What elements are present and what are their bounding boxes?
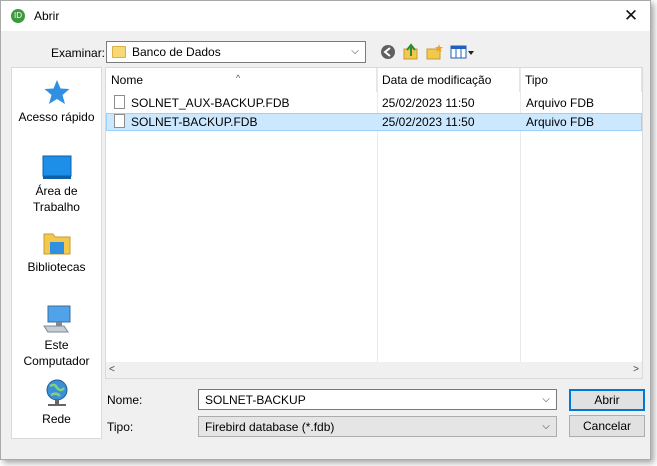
place-network[interactable]: Rede <box>12 378 101 427</box>
up-folder-button[interactable] <box>402 43 420 61</box>
place-label: Trabalho <box>33 200 80 214</box>
place-quick-access[interactable]: Acesso rápido <box>12 78 101 125</box>
computer-icon <box>42 305 70 333</box>
filetype-value: Firebird database (*.fdb) <box>205 420 335 434</box>
sort-ascending-icon: ^ <box>236 73 241 83</box>
column-header-label: Nome <box>111 73 144 87</box>
title-bar: ID Abrir ✕ <box>1 1 650 31</box>
desktop-icon <box>42 155 71 179</box>
file-row[interactable]: SOLNET_AUX-BACKUP.FDB 25/02/2023 11:50 A… <box>106 94 642 112</box>
chevron-down-icon[interactable]: ⌵ <box>539 391 553 409</box>
file-list[interactable]: Nome ^ Data de modificação Tipo SOLNET_A… <box>105 67 643 379</box>
filetype-label: Tipo: <box>107 420 134 434</box>
quick-access-star-icon <box>44 80 69 104</box>
filetype-select[interactable]: Firebird database (*.fdb) ⌵ <box>198 416 557 437</box>
back-button[interactable] <box>379 43 397 61</box>
look-in-label: Examinar: <box>51 46 106 60</box>
file-row-selected[interactable]: SOLNET-BACKUP.FDB 25/02/2023 11:50 Arqui… <box>106 113 642 131</box>
open-file-dialog: ID Abrir ✕ Examinar: Banco de Dados ⌵ Ac… <box>0 0 651 460</box>
new-folder-icon <box>426 44 443 60</box>
filename-label: Nome: <box>107 393 143 407</box>
chevron-down-icon[interactable]: ⌵ <box>348 43 362 61</box>
place-label: Bibliotecas <box>27 260 86 274</box>
look-in-combobox[interactable]: Banco de Dados ⌵ <box>106 41 366 63</box>
place-label: Este <box>44 338 69 352</box>
place-this-pc[interactable]: Este Computador <box>12 304 101 369</box>
file-name: SOLNET_AUX-BACKUP.FDB <box>131 96 290 110</box>
app-icon: ID <box>11 9 25 23</box>
network-globe-icon <box>46 379 67 406</box>
view-menu-button[interactable] <box>450 43 476 61</box>
file-icon <box>114 114 125 128</box>
file-type: Arquivo FDB <box>526 96 595 110</box>
dialog-title: Abrir <box>34 9 60 23</box>
place-label: Computador <box>23 354 90 368</box>
filename-combobox[interactable]: SOLNET-BACKUP ⌵ <box>198 389 557 410</box>
filename-value: SOLNET-BACKUP <box>205 393 306 407</box>
file-type: Arquivo FDB <box>526 115 595 129</box>
place-label: Acesso rápido <box>18 110 95 124</box>
place-label: Área de <box>35 184 78 198</box>
view-list-icon <box>450 45 474 59</box>
folder-icon <box>112 46 126 58</box>
close-button[interactable]: ✕ <box>619 5 643 27</box>
horizontal-scrollbar[interactable]: < > <box>106 362 642 378</box>
new-folder-button[interactable] <box>426 43 444 61</box>
place-desktop[interactable]: Área de Trabalho <box>12 154 101 215</box>
column-header-label: Tipo <box>525 73 548 87</box>
up-folder-icon <box>403 43 418 60</box>
libraries-icon <box>43 233 70 255</box>
look-in-value: Banco de Dados <box>132 45 221 59</box>
chevron-down-icon[interactable]: ⌵ <box>539 418 553 436</box>
scroll-right-icon[interactable]: > <box>633 362 639 378</box>
column-header-name[interactable]: Nome ^ <box>106 68 377 92</box>
place-label: Rede <box>42 412 71 426</box>
file-modified: 25/02/2023 11:50 <box>382 96 475 110</box>
back-arrow-icon <box>381 45 395 59</box>
file-name: SOLNET-BACKUP.FDB <box>131 115 258 129</box>
file-icon <box>114 95 125 109</box>
place-libraries[interactable]: Bibliotecas <box>12 230 101 275</box>
file-modified: 25/02/2023 11:50 <box>382 115 475 129</box>
open-button[interactable]: Abrir <box>569 389 645 411</box>
cancel-button[interactable]: Cancelar <box>569 415 645 437</box>
column-header-modified[interactable]: Data de modificação <box>377 68 520 92</box>
places-bar: Acesso rápido Área de Trabalho Bibliotec… <box>11 67 102 439</box>
column-header-type[interactable]: Tipo <box>520 68 642 92</box>
scroll-left-icon[interactable]: < <box>109 362 115 378</box>
column-header-label: Data de modificação <box>382 73 492 87</box>
